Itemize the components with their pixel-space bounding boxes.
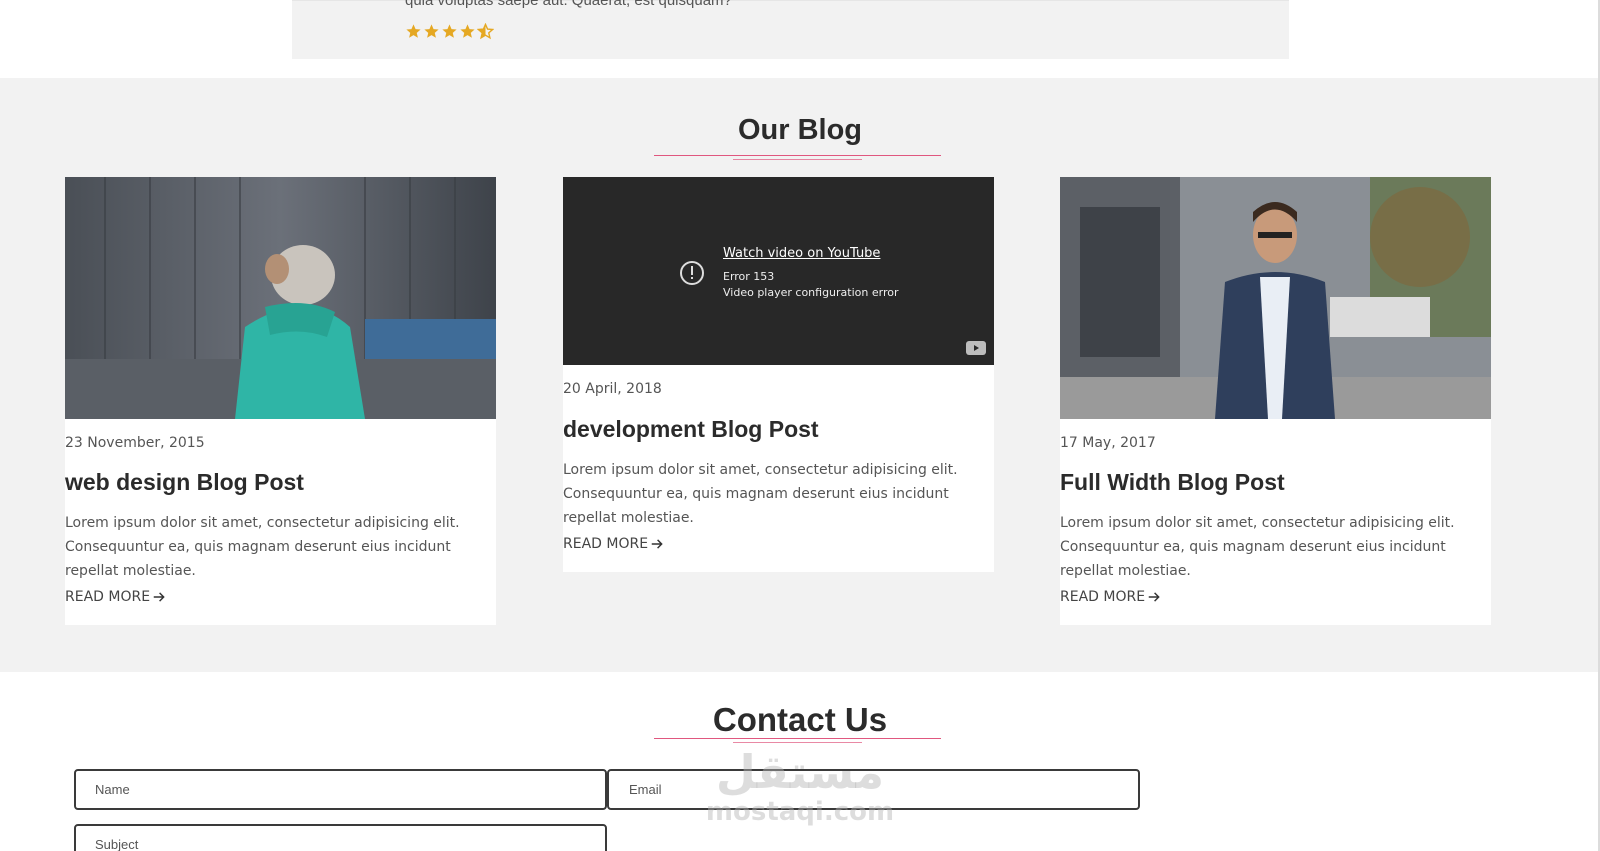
blog-card-date: 20 April, 2018 bbox=[563, 381, 662, 397]
photo-woman-teal-jacket-image bbox=[65, 177, 496, 419]
star-full-icon bbox=[441, 23, 458, 40]
title-underline bbox=[654, 738, 941, 739]
blog-card-excerpt: Lorem ipsum dolor sit amet, consectetur … bbox=[1060, 515, 1455, 579]
star-half-icon bbox=[477, 23, 494, 40]
email-placeholder: Email bbox=[629, 782, 662, 797]
star-full-icon bbox=[423, 23, 440, 40]
arrow-right-icon bbox=[153, 592, 165, 602]
youtube-embed[interactable]: Watch video on YouTube Error 153 Video p… bbox=[563, 177, 994, 365]
read-more-link[interactable]: READ MORE bbox=[563, 536, 664, 552]
youtube-logo-icon[interactable] bbox=[966, 341, 986, 355]
blog-section: Our Blog 23 November, 2015 web design Bl… bbox=[0, 78, 1600, 672]
blog-section-title: Our Blog bbox=[737, 114, 863, 146]
video-error-message: Video player configuration error bbox=[723, 286, 899, 299]
name-field[interactable]: Name bbox=[74, 769, 607, 810]
star-rating bbox=[405, 23, 494, 40]
arrow-right-icon bbox=[1148, 592, 1160, 602]
blog-card-excerpt: Lorem ipsum dolor sit amet, consectetur … bbox=[65, 515, 460, 579]
title-underline bbox=[654, 155, 941, 156]
blog-card-image bbox=[65, 177, 496, 419]
contact-section-title: Contact Us bbox=[712, 701, 888, 738]
name-placeholder: Name bbox=[95, 782, 130, 797]
blog-card: 23 November, 2015 web design Blog Post L… bbox=[65, 177, 496, 625]
blog-card-date: 17 May, 2017 bbox=[1060, 435, 1156, 451]
star-full-icon bbox=[405, 23, 422, 40]
blog-card-image bbox=[1060, 177, 1491, 419]
blog-card-title[interactable]: web design Blog Post bbox=[65, 469, 304, 496]
read-more-link[interactable]: READ MORE bbox=[65, 589, 166, 605]
read-more-label: READ MORE bbox=[563, 536, 649, 552]
blog-card: Watch video on YouTube Error 153 Video p… bbox=[563, 177, 994, 572]
arrow-right-icon bbox=[651, 539, 663, 549]
subject-placeholder: Subject bbox=[95, 837, 139, 851]
testimonial-card: quia voluptas saepe aut. Quaerat, est qu… bbox=[292, 0, 1289, 59]
watermark-latin: mostaqi.com bbox=[705, 797, 895, 827]
blog-card-date: 23 November, 2015 bbox=[65, 435, 205, 451]
testimonial-text: quia voluptas saepe aut. Quaerat, est qu… bbox=[405, 0, 732, 9]
title-underline-short bbox=[733, 742, 862, 743]
blog-card-excerpt: Lorem ipsum dolor sit amet, consectetur … bbox=[563, 462, 958, 526]
watermark: مستقل mostaqi.com bbox=[700, 745, 900, 825]
error-icon bbox=[680, 261, 704, 285]
read-more-link[interactable]: READ MORE bbox=[1060, 589, 1161, 605]
read-more-label: READ MORE bbox=[1060, 589, 1146, 605]
photo-man-waistcoat-image bbox=[1060, 177, 1491, 419]
read-more-label: READ MORE bbox=[65, 589, 151, 605]
title-underline-short bbox=[733, 159, 862, 160]
blog-card-title[interactable]: Full Width Blog Post bbox=[1060, 469, 1285, 496]
video-error-code: Error 153 bbox=[723, 270, 775, 283]
subject-field[interactable]: Subject bbox=[74, 824, 607, 851]
blog-card: 17 May, 2017 Full Width Blog Post Lorem … bbox=[1060, 177, 1491, 625]
blog-card-title[interactable]: development Blog Post bbox=[563, 416, 819, 443]
watch-on-youtube-link[interactable]: Watch video on YouTube bbox=[723, 246, 880, 261]
star-full-icon bbox=[459, 23, 476, 40]
watermark-arabic: مستقل bbox=[715, 745, 885, 799]
